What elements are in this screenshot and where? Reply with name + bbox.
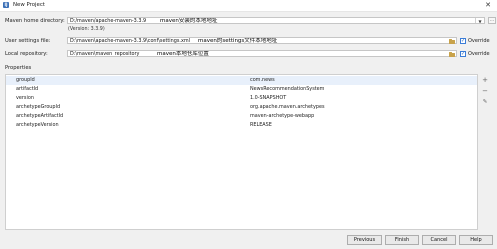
local-repo-annotation: maven本地仓库位置 bbox=[157, 50, 209, 57]
remove-icon[interactable]: − bbox=[481, 87, 489, 95]
maven-version-text: (Version: 3.3.9) bbox=[68, 27, 105, 32]
window-title: New Project bbox=[13, 2, 45, 8]
properties-table: groupId com.news artifactId NewsRecommen… bbox=[5, 74, 478, 230]
close-button[interactable]: ✕ bbox=[483, 1, 493, 10]
property-key: groupId bbox=[16, 77, 35, 83]
table-row[interactable]: archetypeGroupId org.apache.maven.archet… bbox=[6, 103, 477, 112]
table-row[interactable]: version 1.0-SNAPSHOT bbox=[6, 94, 477, 103]
maven-home-combobox[interactable]: D:/maven/apache-maven-3.3.9 maven安装的本地地址… bbox=[67, 17, 485, 24]
finish-button[interactable]: Finish bbox=[385, 235, 419, 245]
maven-home-browse-button[interactable]: ... bbox=[488, 17, 496, 24]
table-row[interactable]: groupId com.news bbox=[6, 76, 477, 85]
folder-icon[interactable] bbox=[449, 52, 455, 57]
property-value: com.news bbox=[250, 77, 275, 83]
local-repo-value: D:\maven\maven_repository bbox=[70, 51, 140, 57]
user-settings-label: User settings file: bbox=[5, 38, 51, 44]
maven-home-label: Maven home directory: bbox=[5, 18, 65, 24]
properties-title: Properties bbox=[5, 65, 32, 71]
table-row[interactable]: archetypeVersion RELEASE bbox=[6, 121, 477, 130]
property-key: artifactId bbox=[16, 86, 39, 92]
user-settings-value: D:\maven\apache-maven-3.3.9\conf\setting… bbox=[70, 38, 190, 44]
local-repo-field[interactable]: D:\maven\maven_repository maven本地仓库位置 bbox=[67, 50, 457, 57]
table-row[interactable]: artifactId NewsRecommendationSystem bbox=[6, 85, 477, 94]
user-settings-annotation: maven的settings文件本地地址 bbox=[198, 37, 278, 44]
property-key: version bbox=[16, 95, 34, 101]
folder-icon[interactable] bbox=[449, 39, 455, 44]
property-value: NewsRecommendationSystem bbox=[250, 86, 325, 92]
previous-button[interactable]: Previous bbox=[347, 235, 382, 245]
chevron-down-icon[interactable]: ▼ bbox=[475, 18, 484, 23]
table-row[interactable]: archetypeArtifactId maven-archetype-weba… bbox=[6, 112, 477, 121]
property-value: 1.0-SNAPSHOT bbox=[250, 95, 287, 101]
property-value: RELEASE bbox=[250, 122, 272, 128]
property-key: archetypeArtifactId bbox=[16, 113, 64, 119]
local-repo-override-label: Override bbox=[468, 51, 490, 57]
local-repo-override-checkbox[interactable]: ✓ bbox=[460, 51, 466, 57]
property-value: maven-archetype-webapp bbox=[250, 113, 315, 119]
app-icon: IJ bbox=[3, 2, 9, 8]
user-settings-override-label: Override bbox=[468, 38, 490, 44]
maven-home-annotation: maven安装的本地地址 bbox=[160, 17, 218, 24]
property-value: org.apache.maven.archetypes bbox=[250, 104, 325, 110]
property-key: archetypeVersion bbox=[16, 122, 59, 128]
user-settings-override-checkbox[interactable]: ✓ bbox=[460, 38, 466, 44]
user-settings-field[interactable]: D:\maven\apache-maven-3.3.9\conf\setting… bbox=[67, 37, 457, 44]
title-bar: IJ New Project ✕ bbox=[0, 0, 497, 12]
add-icon[interactable]: + bbox=[481, 76, 489, 84]
edit-icon[interactable]: ✎ bbox=[481, 98, 489, 106]
property-key: archetypeGroupId bbox=[16, 104, 61, 110]
help-button[interactable]: Help bbox=[459, 235, 493, 245]
cancel-button[interactable]: Cancel bbox=[422, 235, 456, 245]
local-repo-label: Local repository: bbox=[5, 51, 48, 57]
maven-home-value: D:/maven/apache-maven-3.3.9 bbox=[70, 18, 147, 24]
